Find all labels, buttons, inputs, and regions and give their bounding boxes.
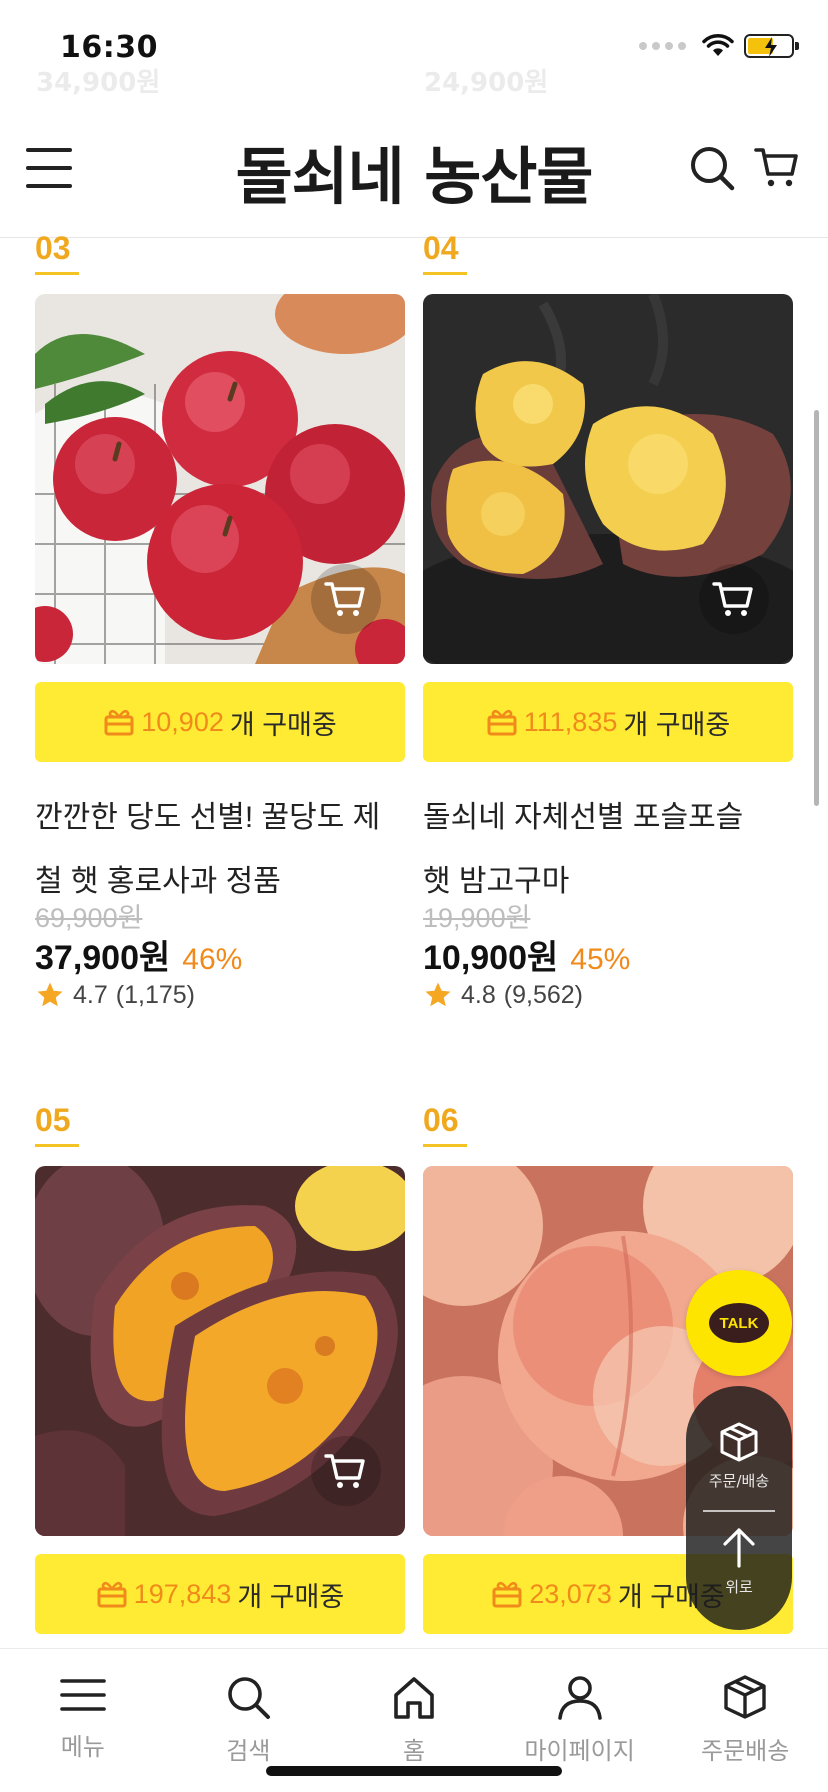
discount-rate: 46% — [182, 943, 243, 976]
order-delivery-float-button[interactable]: 주문/배송 — [686, 1420, 792, 1491]
buying-count-badge: 111,835 개 구매중 — [423, 682, 793, 762]
rating-score: 4.8 — [461, 980, 496, 1009]
nav-label: 마이페이지 — [524, 1738, 635, 1765]
status-icons — [639, 34, 799, 58]
product-name-line: 깐깐한 당도 선별! 꿀당도 제 — [35, 801, 381, 834]
add-to-cart-button[interactable] — [699, 564, 769, 634]
buying-count-badge: 10,902 개 구매중 — [35, 682, 405, 762]
price-row: 10,900원 45% — [423, 930, 630, 979]
kakao-talk-button[interactable]: TALK — [686, 1270, 792, 1376]
product-image-apples[interactable] — [35, 294, 405, 664]
buying-count: 197,843 — [133, 1578, 232, 1609]
home-icon — [394, 1677, 434, 1719]
rank-underline — [423, 1144, 467, 1147]
scroll-top-label: 위로 — [725, 1578, 753, 1596]
gift-icon — [104, 709, 134, 736]
buying-label: 개 구매중 — [237, 1581, 345, 1612]
rating-score: 4.7 — [73, 980, 108, 1009]
rank-number: 03 — [35, 230, 71, 266]
review-count: (1,175) — [115, 980, 195, 1009]
star-icon — [37, 982, 63, 1007]
sale-price: 37,900원 — [35, 939, 171, 977]
arrow-up-icon — [723, 1528, 755, 1568]
nav-label: 주문배송 — [701, 1738, 790, 1765]
product-image-roasted-sweet-potato[interactable] — [35, 1166, 405, 1536]
scrolled-content-ghost: 34,900원 24,900원 — [0, 62, 828, 98]
cart-icon — [712, 582, 753, 616]
product-name[interactable]: 돌쇠네 자체선별 포슬포슬 햇 밤고구마 — [423, 786, 793, 914]
nav-label: 홈 — [402, 1738, 426, 1765]
rank-number: 05 — [35, 1102, 71, 1138]
add-to-cart-button[interactable] — [311, 564, 381, 634]
box-icon — [720, 1422, 758, 1462]
sale-price: 10,900원 — [423, 939, 559, 977]
rank-number: 06 — [423, 1102, 459, 1138]
gift-icon — [97, 1581, 127, 1608]
talk-icon: TALK — [709, 1303, 769, 1343]
product-image-sweet-potato[interactable] — [423, 294, 793, 664]
product-card-03[interactable]: 03 10,902 개 구매중 깐깐한 당도 선별! 꿀당도 제 철 햇 홍로사… — [35, 230, 405, 1030]
divider — [703, 1510, 775, 1512]
product-name-line: 돌쇠네 자체선별 포슬포슬 — [423, 801, 744, 834]
buying-count: 10,902 — [141, 706, 224, 737]
rating-row: 4.8 (9,562) — [423, 980, 583, 1010]
product-card-05[interactable]: 05 197,843 개 구매중 — [35, 1102, 405, 1634]
floating-panel: 주문/배송 위로 — [686, 1386, 792, 1630]
hamburger-icon — [59, 1679, 106, 1711]
scrollbar[interactable] — [814, 410, 819, 806]
scroll-top-button[interactable]: 위로 — [686, 1526, 792, 1597]
rank-underline — [35, 1144, 79, 1147]
wifi-icon — [702, 34, 734, 56]
product-name[interactable]: 깐깐한 당도 선별! 꿀당도 제 철 햇 홍로사과 정품 — [35, 786, 405, 914]
add-to-cart-button[interactable] — [311, 1436, 381, 1506]
signal-icon — [639, 42, 686, 50]
cart-icon[interactable] — [754, 144, 800, 190]
price-row: 37,900원 46% — [35, 930, 242, 979]
buying-label: 개 구매중 — [229, 709, 337, 740]
rating-row: 4.7 (1,175) — [35, 980, 195, 1010]
rank-underline — [423, 272, 467, 275]
search-icon[interactable] — [688, 144, 736, 192]
rank-number: 04 — [423, 230, 459, 266]
nav-label: 메뉴 — [60, 1734, 105, 1761]
battery-icon — [744, 34, 799, 58]
gift-icon — [487, 709, 517, 736]
cart-icon — [324, 582, 365, 616]
ghost-price: 34,900원 — [36, 68, 161, 98]
rank-underline — [35, 272, 79, 275]
cart-icon — [324, 1454, 365, 1488]
buying-count-badge: 197,843 개 구매중 — [35, 1554, 405, 1634]
review-count: (9,562) — [503, 980, 583, 1009]
buying-label: 개 구매중 — [623, 709, 731, 740]
discount-rate: 45% — [570, 943, 631, 976]
star-icon — [425, 982, 451, 1007]
app-header: 돌쇠네 농산물 — [0, 100, 828, 238]
gift-icon — [492, 1581, 522, 1608]
nav-label: 검색 — [226, 1738, 271, 1765]
nav-orders[interactable]: 주문배송 — [662, 1649, 828, 1792]
buying-count: 111,835 — [523, 706, 618, 737]
status-time: 16:30 — [60, 30, 158, 65]
home-indicator — [266, 1766, 562, 1776]
product-card-04[interactable]: 04 111,835 개 구매중 돌쇠네 자체선별 포슬포슬 햇 밤고구마 19… — [423, 230, 793, 1030]
search-icon — [228, 1677, 271, 1719]
user-icon — [557, 1676, 602, 1720]
buying-count: 23,073 — [529, 1578, 612, 1609]
box-icon — [724, 1675, 766, 1719]
order-delivery-label: 주문/배송 — [708, 1472, 770, 1490]
nav-menu[interactable]: 메뉴 — [0, 1649, 166, 1792]
ghost-price: 24,900원 — [424, 68, 549, 98]
